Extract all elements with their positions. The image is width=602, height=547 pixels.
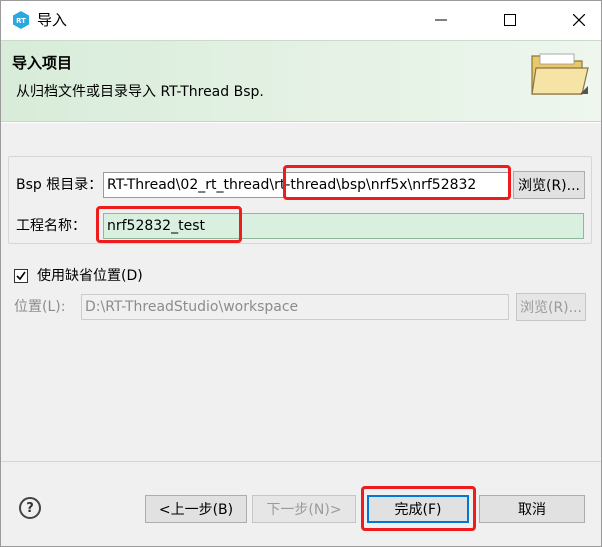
use-default-checkbox[interactable]: [14, 269, 28, 283]
project-name-label: 工程名称：: [16, 218, 86, 234]
help-icon[interactable]: ?: [19, 497, 41, 519]
browse-location-button[interactable]: 浏览(R)...: [516, 293, 586, 321]
header-title: 导入项目: [12, 54, 73, 72]
wizard-header: [0, 40, 602, 122]
location-label: 位置(L):: [14, 299, 66, 315]
minimize-button[interactable]: [418, 0, 464, 40]
folder-open-icon: [528, 46, 590, 98]
window-title: 导入: [37, 11, 68, 29]
minimize-icon: [435, 19, 447, 21]
finish-highlight: [361, 486, 476, 531]
header-description: 从归档文件或目录导入 RT-Thread Bsp.: [16, 84, 264, 100]
close-icon: [573, 14, 585, 26]
svg-text:RT: RT: [16, 17, 26, 25]
maximize-icon: [504, 14, 516, 26]
use-default-label[interactable]: 使用缺省位置(D): [37, 266, 143, 286]
next-button[interactable]: 下一步(N)>: [252, 495, 356, 523]
bsp-path-highlight: [283, 165, 511, 200]
title-bar: RT 导入: [0, 0, 602, 40]
close-button[interactable]: [556, 0, 602, 40]
footer-divider: [0, 461, 602, 462]
maximize-button[interactable]: [487, 0, 533, 40]
back-button[interactable]: <上一步(B): [145, 495, 247, 523]
browse-bsp-button[interactable]: 浏览(R)...: [513, 171, 585, 199]
cancel-button[interactable]: 取消: [479, 495, 585, 523]
bsp-root-label: Bsp 根目录：: [16, 177, 103, 193]
rt-thread-logo-icon: RT: [11, 10, 31, 30]
location-input[interactable]: D:\RT-ThreadStudio\workspace: [81, 294, 509, 320]
project-name-highlight: [96, 206, 242, 243]
checkmark-icon: [16, 271, 26, 281]
